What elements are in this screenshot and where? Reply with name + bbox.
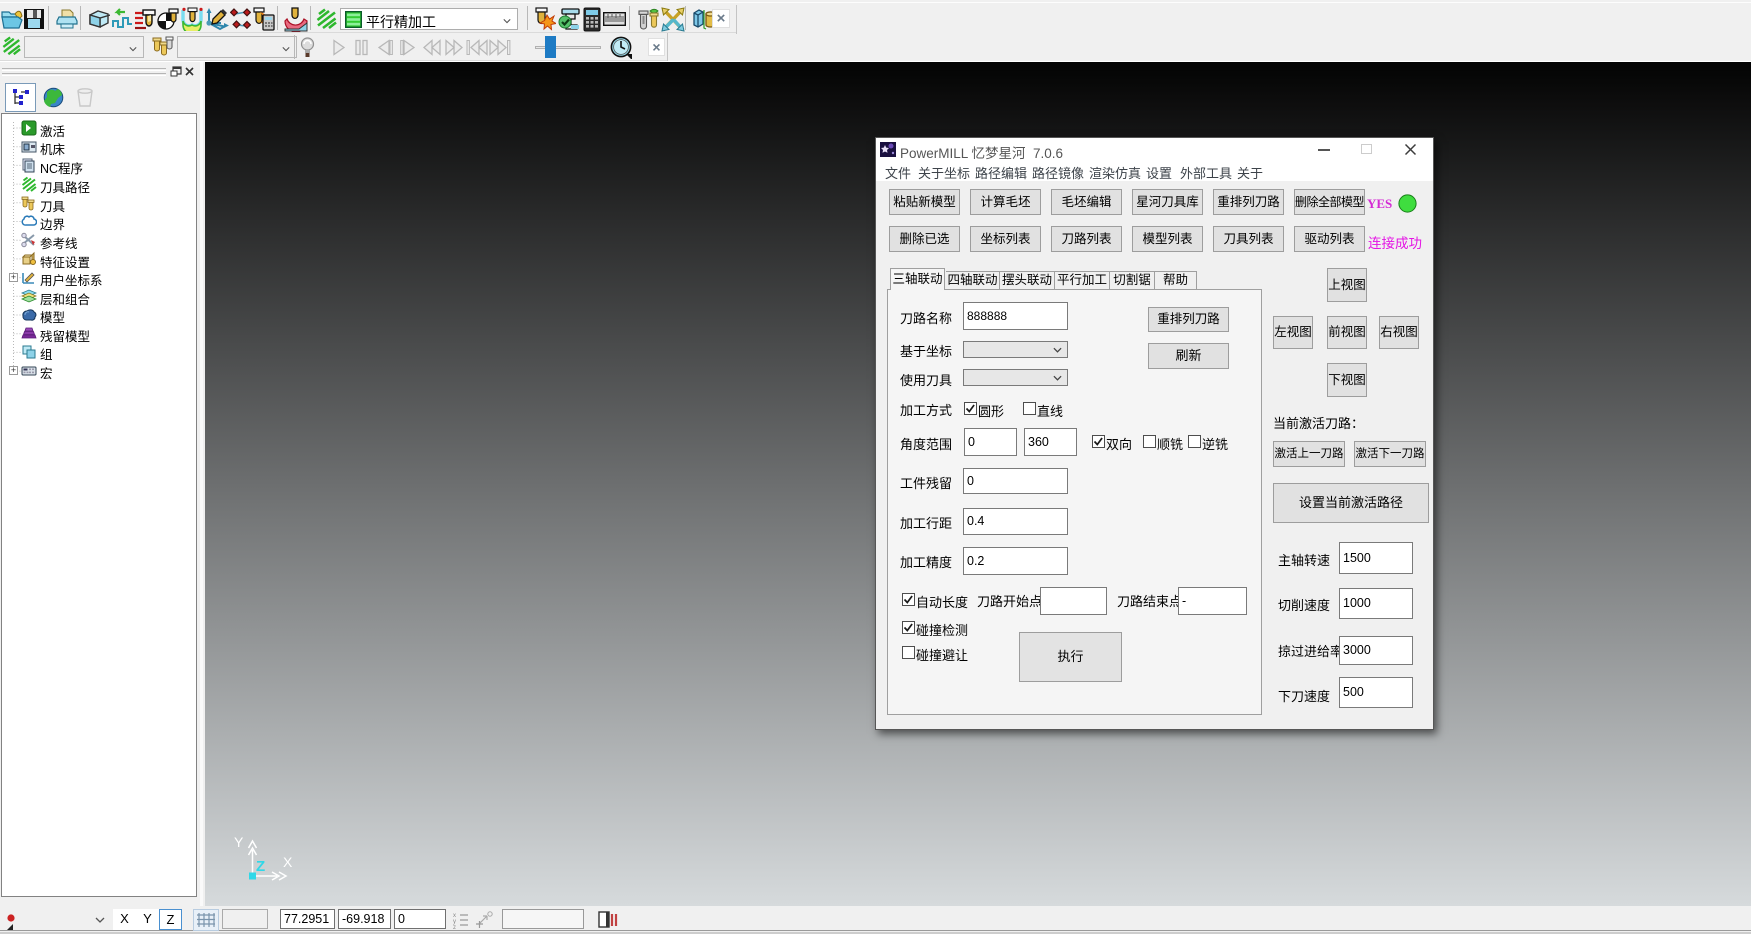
svg-text:Z: Z: [256, 858, 265, 875]
svg-text:z: z: [453, 925, 456, 929]
svg-text:Y: Y: [234, 834, 244, 850]
svg-text:X: X: [283, 854, 293, 870]
